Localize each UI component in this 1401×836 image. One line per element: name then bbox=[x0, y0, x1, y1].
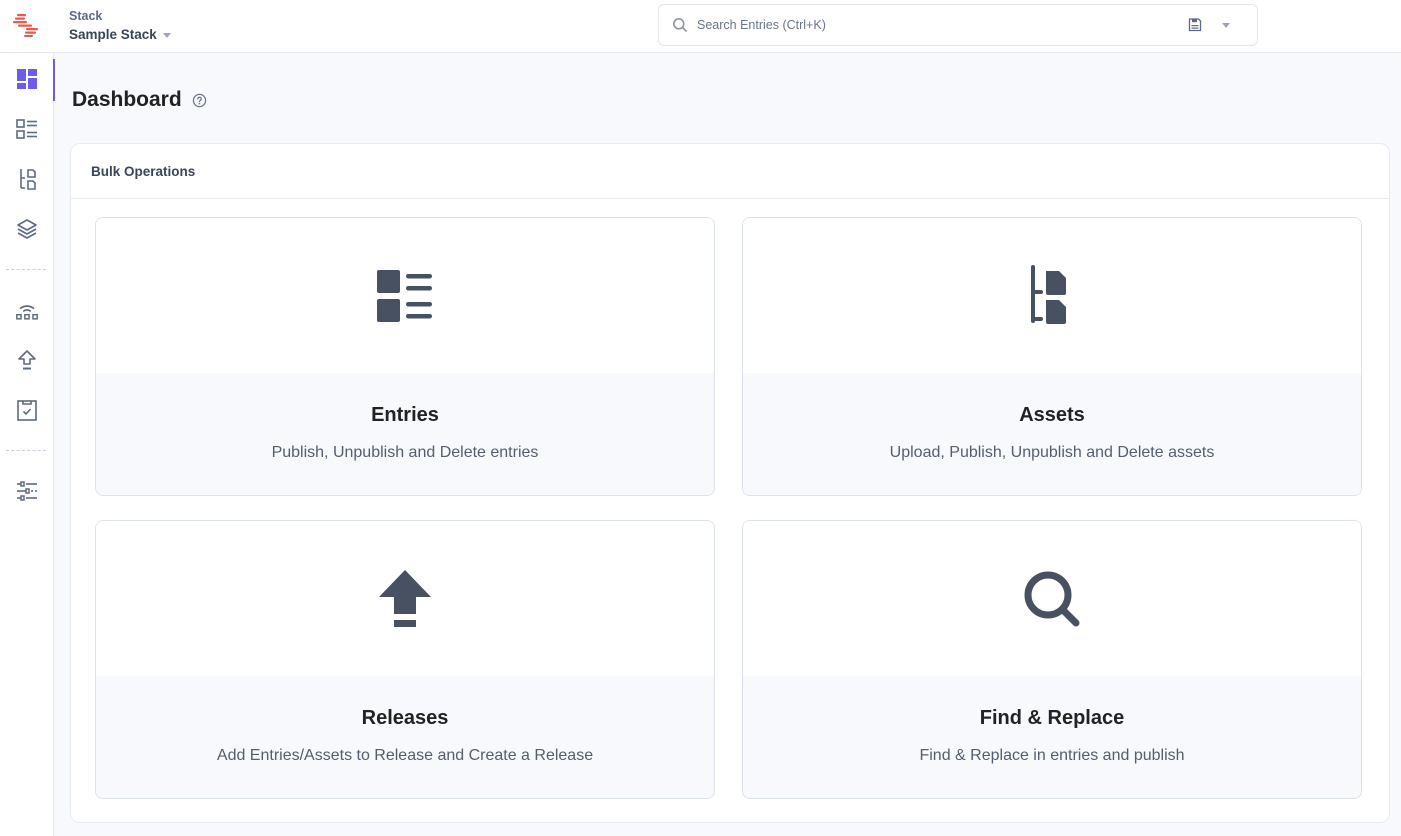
card-icon-area bbox=[743, 218, 1361, 373]
sidebar-item-tasks[interactable] bbox=[0, 388, 54, 432]
card-text-area: Releases Add Entries/Assets to Release a… bbox=[96, 676, 714, 798]
assets-icon bbox=[1031, 264, 1066, 324]
sidebar-item-releases[interactable] bbox=[0, 338, 54, 382]
card-icon-area bbox=[96, 218, 714, 373]
page-title-row: Dashboard bbox=[72, 88, 207, 112]
caret-down-icon bbox=[162, 33, 171, 38]
card-description: Find & Replace in entries and publish bbox=[919, 747, 1185, 764]
panel-title: Bulk Operations bbox=[91, 164, 196, 179]
search-options-caret-icon[interactable] bbox=[1222, 23, 1230, 28]
saved-searches-icon[interactable] bbox=[1188, 18, 1202, 32]
upload-arrow-icon bbox=[18, 350, 36, 370]
search-bar bbox=[658, 4, 1258, 46]
page-title: Dashboard bbox=[72, 88, 182, 111]
sidebar-item-content-models[interactable] bbox=[0, 207, 54, 251]
card-text-area: Assets Upload, Publish, Unpublish and De… bbox=[743, 373, 1361, 495]
sliders-icon bbox=[17, 481, 37, 501]
sidebar-item-settings[interactable] bbox=[0, 469, 54, 513]
card-description: Upload, Publish, Unpublish and Delete as… bbox=[889, 444, 1215, 461]
card-assets[interactable]: Assets Upload, Publish, Unpublish and De… bbox=[742, 217, 1362, 496]
card-releases[interactable]: Releases Add Entries/Assets to Release a… bbox=[95, 520, 715, 799]
card-text-area: Entries Publish, Unpublish and Delete en… bbox=[96, 373, 714, 495]
stack-name: Sample Stack bbox=[69, 27, 157, 42]
sidebar-divider bbox=[6, 269, 46, 270]
top-bar: Stack Sample Stack bbox=[0, 0, 1401, 53]
stack-selector[interactable]: Sample Stack bbox=[69, 27, 171, 42]
sidebar bbox=[0, 53, 55, 836]
card-find-replace[interactable]: Find & Replace Find & Replace in entries… bbox=[742, 520, 1362, 799]
search-input[interactable] bbox=[697, 13, 1177, 37]
card-description: Publish, Unpublish and Delete entries bbox=[271, 444, 539, 461]
card-icon-area bbox=[96, 521, 714, 676]
entries-icon bbox=[16, 119, 37, 139]
panel-header: Bulk Operations bbox=[71, 144, 1389, 199]
card-text-area: Find & Replace Find & Replace in entries… bbox=[743, 676, 1361, 798]
sidebar-item-entries[interactable] bbox=[0, 107, 54, 151]
stack-label: Stack bbox=[69, 9, 103, 23]
search-icon bbox=[1024, 571, 1080, 626]
logo[interactable] bbox=[12, 12, 40, 38]
card-description: Add Entries/Assets to Release and Create… bbox=[216, 747, 594, 764]
card-title: Entries bbox=[371, 404, 439, 426]
card-entries[interactable]: Entries Publish, Unpublish and Delete en… bbox=[95, 217, 715, 496]
sidebar-item-deployments[interactable] bbox=[0, 289, 54, 333]
card-title: Assets bbox=[1019, 404, 1085, 426]
help-icon[interactable] bbox=[192, 93, 207, 108]
card-title: Releases bbox=[361, 707, 449, 729]
search-icon bbox=[673, 18, 687, 32]
wifi-nodes-icon bbox=[16, 305, 38, 320]
clipboard-check-icon bbox=[17, 400, 37, 421]
sidebar-item-dashboard[interactable] bbox=[0, 57, 55, 101]
card-title: Find & Replace bbox=[979, 707, 1125, 729]
entries-icon bbox=[377, 269, 432, 322]
assets-icon bbox=[20, 169, 36, 190]
sidebar-divider bbox=[6, 450, 46, 451]
brand-logo-icon bbox=[13, 14, 38, 37]
dashboard-icon bbox=[17, 69, 37, 89]
bulk-operations-panel: Bulk Operations Entries Publish, Unpubli… bbox=[70, 143, 1390, 823]
sidebar-item-assets[interactable] bbox=[0, 157, 54, 201]
layers-icon bbox=[17, 219, 37, 239]
main-content: Dashboard Bulk Operations Entries Publis… bbox=[55, 53, 1401, 836]
upload-arrow-icon bbox=[379, 569, 431, 627]
card-icon-area bbox=[743, 521, 1361, 676]
